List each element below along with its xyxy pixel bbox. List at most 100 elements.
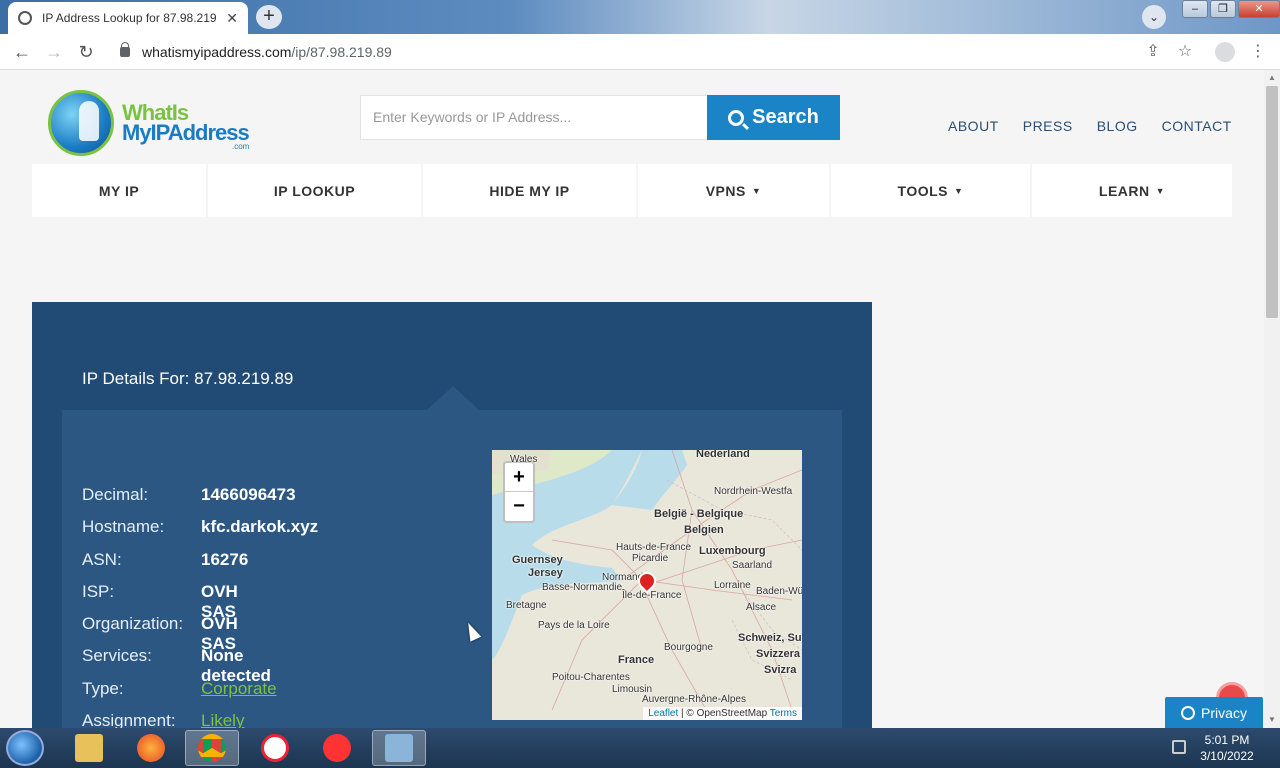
main-navigation: MY IP IP LOOKUP HIDE MY IP VPNS ▼ TOOLS ▼ … bbox=[32, 164, 1232, 217]
logo-text-line3: .com bbox=[232, 142, 250, 151]
url-domain: whatismyipaddress.com bbox=[142, 44, 292, 60]
taskbar-firefox[interactable] bbox=[124, 730, 178, 766]
osm-attribution: | © OpenStreetMap bbox=[678, 708, 770, 719]
nav-vpns[interactable]: VPNS ▼ bbox=[638, 164, 829, 217]
caret-down-icon: ▼ bbox=[954, 185, 964, 196]
network-icon[interactable] bbox=[1172, 740, 1186, 754]
map-label: Guernsey bbox=[512, 554, 563, 566]
nav-tools[interactable]: TOOLS ▼ bbox=[831, 164, 1030, 217]
nav-ip-lookup[interactable]: IP LOOKUP bbox=[208, 164, 421, 217]
nav-hide-my-ip[interactable]: HIDE MY IP bbox=[423, 164, 636, 217]
nav-label: MY IP bbox=[98, 182, 140, 199]
star-icon[interactable]: ☆ bbox=[1175, 42, 1195, 62]
profile-avatar[interactable] bbox=[1215, 42, 1235, 62]
map-label: Schweiz, Su bbox=[738, 632, 802, 644]
search-button[interactable]: Search bbox=[707, 95, 840, 140]
map-label: Pays de la Loire bbox=[538, 620, 610, 631]
back-arrow-icon[interactable]: ← bbox=[10, 40, 34, 64]
map-label: Basse-Normandie bbox=[542, 582, 623, 593]
contact-link[interactable]: CONTACT bbox=[1162, 118, 1232, 134]
detail-label: ISP: bbox=[82, 581, 115, 601]
zoom-out-button[interactable]: − bbox=[505, 492, 533, 521]
share-icon[interactable]: ⇪ bbox=[1143, 42, 1163, 62]
map-label: Bretagne bbox=[506, 600, 547, 611]
map-label: Nederland bbox=[696, 450, 750, 460]
caret-down-icon: ▼ bbox=[1155, 185, 1166, 196]
ip-details-panel: IP Details For: 87.98.219.89 Decimal: 146… bbox=[32, 302, 872, 728]
window-controls: – ❐ ✕ bbox=[1180, 0, 1280, 20]
caret-down-icon: ▼ bbox=[751, 185, 762, 196]
taskbar-app[interactable] bbox=[372, 730, 426, 766]
map-label: Bourgogne bbox=[664, 642, 713, 653]
browser-tab-strip: IP Address Lookup for 87.98.219 ✕ + ⌄ – … bbox=[0, 0, 1280, 34]
chrome-icon bbox=[198, 734, 226, 762]
nav-label: HIDE MY IP bbox=[489, 182, 570, 199]
search-input[interactable]: Enter Keywords or IP Address... bbox=[360, 95, 708, 140]
map-label: België - Belgique bbox=[654, 508, 744, 520]
site-logo[interactable]: WhatIs MyIPAddress .com bbox=[48, 90, 258, 158]
taskbar-yandex-browser[interactable] bbox=[248, 730, 302, 766]
logo-globe-icon bbox=[48, 90, 114, 156]
start-button[interactable] bbox=[6, 730, 44, 766]
reload-icon[interactable]: ↻ bbox=[74, 40, 98, 64]
panel-notch bbox=[427, 386, 479, 410]
assignment-link[interactable]: Likely Static IP bbox=[201, 711, 244, 728]
browser-toolbar: ← → ↻ whatismyipaddress.com/ip/87.98.219… bbox=[0, 34, 1280, 70]
browser-tab[interactable]: IP Address Lookup for 87.98.219 ✕ bbox=[8, 2, 248, 34]
taskbar-explorer[interactable] bbox=[62, 730, 116, 766]
detail-label: Hostname: bbox=[82, 517, 165, 537]
windows-taskbar: 5:01 PM 3/10/2022 bbox=[0, 728, 1280, 768]
taskbar-chrome[interactable] bbox=[185, 730, 239, 766]
new-tab-button[interactable]: + bbox=[256, 5, 282, 29]
map-label: Jersey bbox=[528, 567, 563, 579]
map-label: Saarland bbox=[732, 560, 773, 571]
yandex-icon bbox=[323, 734, 351, 762]
zoom-in-button[interactable]: + bbox=[505, 463, 533, 492]
map-label: Alsace bbox=[746, 602, 777, 613]
scroll-up-icon[interactable]: ▲ bbox=[1264, 70, 1280, 86]
location-map[interactable]: + − Wales Nederland Nordrhein-Westfa Bel… bbox=[492, 450, 802, 720]
web-page: WhatIs MyIPAddress .com Enter Keywords o… bbox=[0, 70, 1264, 728]
blog-link[interactable]: BLOG bbox=[1097, 118, 1138, 134]
type-link[interactable]: Corporate bbox=[201, 679, 277, 699]
map-attribution: Leaflet | © OpenStreetMap Terms bbox=[643, 707, 802, 720]
ip-details-title: IP Details For: 87.98.219.89 bbox=[82, 369, 294, 388]
firefox-icon bbox=[137, 734, 165, 762]
scrollbar-thumb[interactable] bbox=[1266, 86, 1278, 318]
about-link[interactable]: ABOUT bbox=[948, 118, 999, 134]
map-zoom-control: + − bbox=[503, 461, 535, 523]
leaflet-link[interactable]: Leaflet bbox=[648, 708, 678, 719]
minimize-button[interactable]: – bbox=[1182, 0, 1208, 18]
privacy-label: Privacy bbox=[1201, 705, 1247, 721]
maximize-button[interactable]: ❐ bbox=[1210, 0, 1236, 18]
yandex-browser-icon bbox=[261, 734, 289, 762]
close-tab-icon[interactable]: ✕ bbox=[226, 10, 238, 27]
privacy-button[interactable]: Privacy bbox=[1165, 697, 1263, 729]
map-label: Wales bbox=[510, 454, 538, 465]
system-clock[interactable]: 5:01 PM 3/10/2022 bbox=[1192, 732, 1262, 764]
menu-dots-icon[interactable]: ⋮ bbox=[1248, 42, 1268, 62]
map-label: Auvergne-Rhône-Alpes bbox=[642, 694, 746, 705]
lock-icon bbox=[120, 42, 130, 57]
nav-learn[interactable]: LEARN ▼ bbox=[1032, 164, 1232, 217]
forward-arrow-icon[interactable]: → bbox=[42, 40, 66, 64]
map-label: France bbox=[618, 654, 655, 666]
scroll-down-icon[interactable]: ▼ bbox=[1264, 712, 1280, 728]
press-link[interactable]: PRESS bbox=[1023, 118, 1073, 134]
url-path: /ip/87.98.219.89 bbox=[291, 44, 392, 60]
map-label: Picardie bbox=[632, 553, 669, 564]
detail-label: Decimal: bbox=[82, 485, 149, 504]
detail-label: Organization: bbox=[82, 614, 184, 634]
map-label: Nordrhein-Westfa bbox=[714, 486, 793, 497]
tab-search-icon[interactable]: ⌄ bbox=[1142, 5, 1166, 29]
close-window-button[interactable]: ✕ bbox=[1238, 0, 1280, 18]
taskbar-yandex[interactable] bbox=[310, 730, 364, 766]
nav-label: TOOLS bbox=[897, 182, 949, 199]
clock-date: 3/10/2022 bbox=[1200, 749, 1254, 763]
page-scrollbar[interactable]: ▲ ▼ bbox=[1264, 70, 1280, 728]
terms-link[interactable]: Terms bbox=[770, 708, 797, 719]
nav-my-ip[interactable]: MY IP bbox=[32, 164, 206, 217]
detail-label: Services: bbox=[82, 646, 152, 666]
folder-icon bbox=[75, 734, 103, 762]
address-bar[interactable]: whatismyipaddress.com/ip/87.98.219.89 bbox=[108, 38, 1208, 66]
